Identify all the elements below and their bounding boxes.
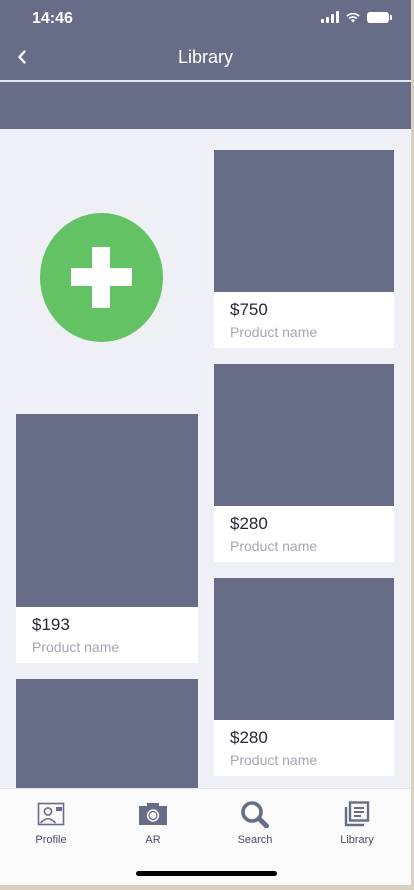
home-indicator — [136, 871, 277, 876]
product-card[interactable] — [16, 679, 198, 799]
product-price: $750 — [230, 300, 268, 319]
tab-profile[interactable]: Profile — [0, 789, 102, 859]
product-image — [16, 414, 198, 607]
header-bar: 14:46 Library — [0, 0, 411, 80]
product-card[interactable]: $280 Product name — [214, 364, 394, 562]
sub-header-bar — [0, 82, 411, 129]
page-title: Library — [177, 47, 234, 67]
product-image — [16, 679, 198, 799]
tab-label: Profile — [35, 834, 67, 846]
tab-search[interactable]: Search — [204, 789, 306, 859]
profile-card-icon — [37, 802, 65, 826]
product-image — [214, 364, 394, 506]
status-icons — [321, 11, 392, 23]
library-icon — [344, 801, 370, 827]
tab-label: Library — [340, 834, 374, 846]
status-time: 14:46 — [32, 10, 73, 27]
product-image — [214, 150, 394, 292]
product-price: $280 — [230, 514, 268, 533]
search-icon — [241, 801, 269, 828]
product-price: $280 — [230, 728, 268, 747]
product-name: Product name — [230, 538, 318, 554]
product-image — [214, 578, 394, 720]
product-card[interactable]: $280 Product name — [214, 578, 394, 776]
frame-edge — [0, 885, 414, 890]
wifi-icon — [346, 12, 360, 23]
product-card[interactable]: $193 Product name — [16, 414, 198, 663]
tab-ar[interactable]: AR — [102, 789, 204, 859]
product-name: Product name — [32, 639, 120, 655]
product-card[interactable]: $750 Product name — [214, 150, 394, 348]
signal-icon — [321, 11, 339, 23]
product-name: Product name — [230, 324, 318, 340]
tab-label: Search — [237, 834, 273, 846]
add-product-button[interactable] — [40, 213, 163, 342]
product-name: Product name — [230, 752, 318, 768]
battery-icon — [367, 11, 392, 23]
camera-icon — [139, 803, 167, 825]
tab-library[interactable]: Library — [306, 789, 408, 859]
library-screen: 14:46 Library $750 Product name $280 Pro… — [0, 0, 411, 885]
product-price: $193 — [32, 615, 70, 634]
tab-label: AR — [145, 834, 161, 846]
